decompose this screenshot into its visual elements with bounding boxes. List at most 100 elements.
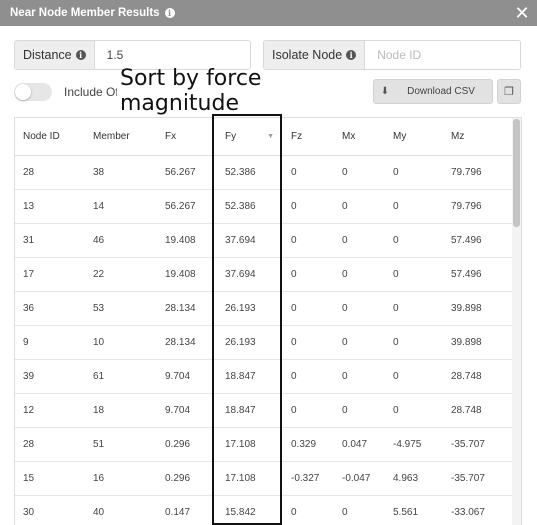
include-toggle-label: Include Of xyxy=(64,85,119,99)
table-cell: -0.047 xyxy=(334,461,385,496)
table-cell: 39 xyxy=(15,359,85,394)
table-cell: 56.267 xyxy=(157,155,217,190)
info-icon[interactable]: i xyxy=(346,50,357,60)
table-cell: 4.963 xyxy=(385,461,443,496)
isolate-node-input[interactable] xyxy=(365,41,520,69)
table-cell: 19.408 xyxy=(157,223,217,258)
table-cell: 28.134 xyxy=(157,291,217,326)
table-row[interactable]: 30 40 0.147 15.842 0 0 5.561 -33.067 xyxy=(15,495,513,525)
info-icon[interactable]: i xyxy=(164,8,175,18)
table-cell: 39.898 xyxy=(443,291,513,326)
table-cell: 0 xyxy=(283,495,334,525)
column-header-mx[interactable]: Mx xyxy=(334,118,385,156)
table-cell: 9.704 xyxy=(157,359,217,394)
table-cell: 17.108 xyxy=(217,461,283,496)
column-header-my[interactable]: My xyxy=(385,118,443,156)
column-header-fz[interactable]: Fz xyxy=(283,118,334,156)
table-cell: 57.496 xyxy=(443,257,513,292)
table-cell: 17.108 xyxy=(217,427,283,462)
table-scrollbar[interactable] xyxy=(512,118,521,525)
table-cell: 28.748 xyxy=(443,393,513,428)
table-cell: 0 xyxy=(334,189,385,224)
table-cell: 37.694 xyxy=(217,223,283,258)
column-header-mz[interactable]: Mz xyxy=(443,118,513,156)
table-row[interactable]: 28 38 56.267 52.386 0 0 0 79.796 xyxy=(15,155,513,190)
table-cell: 19.408 xyxy=(157,257,217,292)
table-cell: 46 xyxy=(85,223,157,258)
table-cell: 0 xyxy=(334,257,385,292)
table-cell: 0 xyxy=(283,257,334,292)
table-cell: 0 xyxy=(334,393,385,428)
table-row[interactable]: 31 46 19.408 37.694 0 0 0 57.496 xyxy=(15,223,513,258)
table-cell: 79.796 xyxy=(443,189,513,224)
scrollbar-thumb[interactable] xyxy=(513,119,520,227)
table-cell: 0 xyxy=(334,359,385,394)
table-cell: 28 xyxy=(15,155,85,190)
include-toggle[interactable] xyxy=(14,83,52,101)
table-cell: 0 xyxy=(334,325,385,360)
column-header-fx[interactable]: Fx xyxy=(157,118,217,156)
table-cell: 0 xyxy=(283,393,334,428)
table-cell: 9 xyxy=(15,325,85,360)
sort-desc-icon: ▼ xyxy=(267,132,274,140)
table-cell: 0 xyxy=(334,495,385,525)
table-row[interactable]: 36 53 28.134 26.193 0 0 0 39.898 xyxy=(15,291,513,326)
copy-button[interactable]: ❐ xyxy=(497,79,521,104)
distance-input[interactable] xyxy=(94,41,250,69)
table-cell: 0 xyxy=(283,359,334,394)
table-cell: 0 xyxy=(385,189,443,224)
table-cell: 14 xyxy=(85,189,157,224)
table-cell: 0 xyxy=(283,325,334,360)
table-row[interactable]: 12 18 9.704 18.847 0 0 0 28.748 xyxy=(15,393,513,428)
table-cell: 79.796 xyxy=(443,155,513,190)
table-cell: 30 xyxy=(15,495,85,525)
table-cell: 0 xyxy=(385,257,443,292)
table-row[interactable]: 15 16 0.296 17.108 -0.327 -0.047 4.963 -35.707 xyxy=(15,461,513,496)
table-row[interactable]: 28 51 0.296 17.108 0.329 0.047 -4.975 -35.707 xyxy=(15,427,513,462)
table-cell: 0 xyxy=(283,291,334,326)
table-cell: 0 xyxy=(385,155,443,190)
table-cell: 22 xyxy=(85,257,157,292)
info-icon[interactable]: i xyxy=(75,50,86,60)
table-cell: 9.704 xyxy=(157,393,217,428)
download-csv-button[interactable]: ⬇ Download CSV xyxy=(373,79,493,104)
column-header-node-id[interactable]: Node ID xyxy=(15,118,85,156)
distance-label: Distance i xyxy=(15,41,95,69)
table-cell: 0.047 xyxy=(334,427,385,462)
table-cell: 28.748 xyxy=(443,359,513,394)
table-cell: 26.193 xyxy=(217,291,283,326)
table-cell: 0 xyxy=(334,291,385,326)
table-cell: 10 xyxy=(85,325,157,360)
isolate-node-label: Isolate Node i xyxy=(264,41,366,69)
table-row[interactable]: 13 14 56.267 52.386 0 0 0 79.796 xyxy=(15,189,513,224)
table-cell: -35.707 xyxy=(443,461,513,496)
table-cell: 0.296 xyxy=(157,461,217,496)
table-cell: 18.847 xyxy=(217,393,283,428)
table-cell: 56.267 xyxy=(157,189,217,224)
table-cell: 15 xyxy=(15,461,85,496)
close-icon[interactable]: ✕ xyxy=(513,4,531,22)
table-cell: 0.329 xyxy=(283,427,334,462)
table-cell: 26.193 xyxy=(217,325,283,360)
table-cell: 28.134 xyxy=(157,325,217,360)
table-row[interactable]: 39 61 9.704 18.847 0 0 0 28.748 xyxy=(15,359,513,394)
table-cell: 31 xyxy=(15,223,85,258)
results-table: Node ID Member Fx Fy ▼ Fz Mx My Mz 28 38 56… xyxy=(15,118,513,525)
table-row[interactable]: 17 22 19.408 37.694 0 0 0 57.496 xyxy=(15,257,513,292)
table-cell: 61 xyxy=(85,359,157,394)
table-cell: 0 xyxy=(385,291,443,326)
column-header-member[interactable]: Member xyxy=(85,118,157,156)
table-cell: 0 xyxy=(385,359,443,394)
table-cell: 37.694 xyxy=(217,257,283,292)
table-cell: 17 xyxy=(15,257,85,292)
table-cell: 0 xyxy=(385,393,443,428)
window-title: Near Node Member Results xyxy=(10,7,160,19)
table-cell: 0 xyxy=(334,223,385,258)
table-cell: 0.147 xyxy=(157,495,217,525)
table-cell: 0 xyxy=(334,155,385,190)
table-cell: 40 xyxy=(85,495,157,525)
column-header-fy[interactable]: Fy ▼ xyxy=(217,118,283,156)
table-cell: 12 xyxy=(15,393,85,428)
table-cell: 28 xyxy=(15,427,85,462)
table-row[interactable]: 9 10 28.134 26.193 0 0 0 39.898 xyxy=(15,325,513,360)
